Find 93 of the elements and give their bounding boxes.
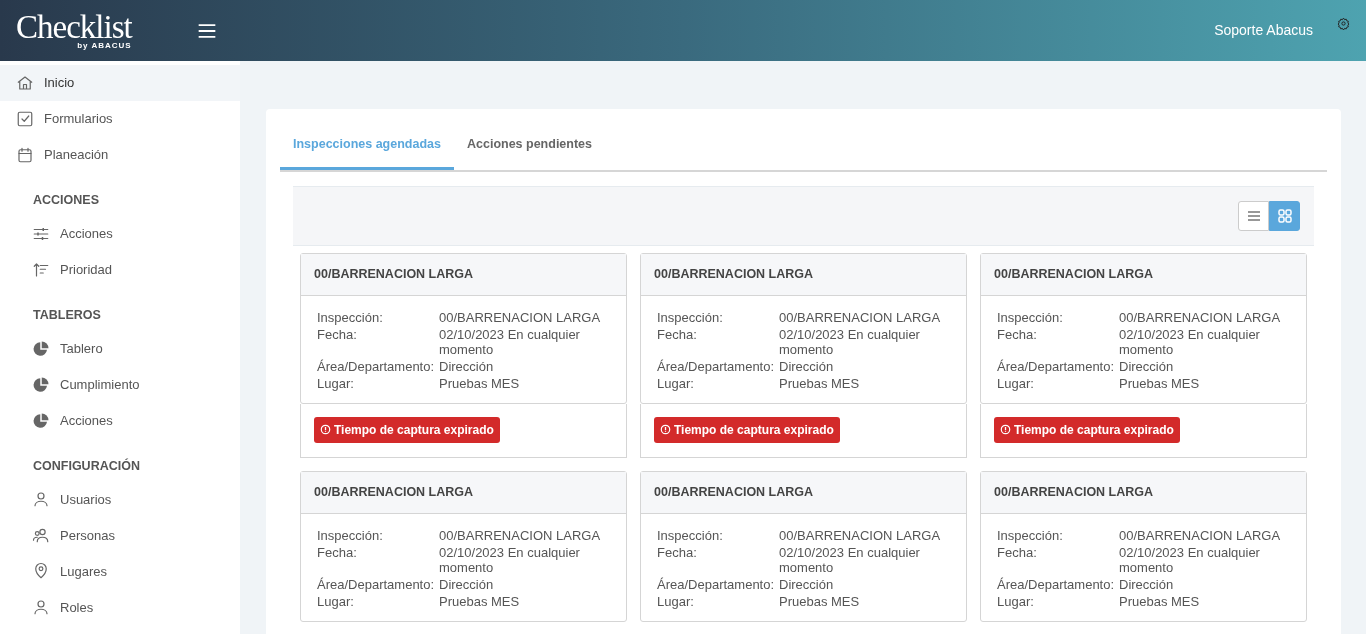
field-label: Lugar: (317, 375, 355, 391)
field-label: Área/Departamento: (317, 358, 436, 374)
card-title: 00/BARRENACION LARGA (641, 253, 966, 296)
checkbox-icon (16, 110, 34, 128)
field-label: Fecha: (997, 544, 1038, 562)
field-label: Fecha: (997, 326, 1038, 344)
pie-chart-icon (32, 375, 50, 394)
field-value: Dirección (439, 358, 495, 374)
user-icon (32, 490, 50, 509)
field-value: Pruebas MES (439, 593, 521, 609)
field-label: Inspección: (997, 309, 1064, 325)
field-value: Dirección (779, 358, 835, 374)
field-label: Inspección: (317, 527, 384, 543)
field-value: Pruebas MES (439, 375, 521, 391)
field-label: Fecha: (657, 326, 698, 344)
sidebar-item[interactable]: Lugares (0, 553, 240, 590)
field-label: Inspección: (317, 309, 384, 325)
field-value: Dirección (1119, 358, 1175, 374)
field-value: 02/10/2023 En cualquier momento (779, 326, 921, 357)
grid-view-button[interactable] (1269, 200, 1300, 231)
calendar-icon (16, 146, 34, 164)
sidebar-item[interactable]: Acciones (0, 402, 240, 439)
field-value: 02/10/2023 En cualquier momento (439, 544, 581, 575)
field-value: 00/BARRENACION LARGA (439, 309, 602, 325)
alert-icon (320, 424, 331, 436)
field-label: Área/Departamento: (657, 576, 776, 592)
field-label: Inspección: (997, 527, 1064, 543)
field-label: Área/Departamento: (317, 576, 436, 592)
alert-icon (1000, 424, 1011, 436)
card-title: 00/BARRENACION LARGA (641, 471, 966, 514)
logo-tagline: by ABACUS (76, 41, 132, 50)
sidebar-item[interactable]: Prioridad (0, 251, 240, 288)
pie-chart-icon (32, 411, 50, 430)
field-value: 00/BARRENACION LARGA (439, 527, 602, 543)
sidebar-item[interactable]: Planeación (0, 137, 240, 173)
home-icon (16, 74, 34, 92)
sidebar-section-title: CONFIGURACIÓN (32, 457, 141, 475)
sidebar-item[interactable]: Roles (0, 589, 240, 626)
field-label: Área/Departamento: (997, 576, 1116, 592)
card-title: 00/BARRENACION LARGA (981, 253, 1306, 296)
field-label: Área/Departamento: (657, 358, 776, 374)
field-label: Lugar: (657, 375, 695, 391)
field-label: Lugar: (997, 375, 1035, 391)
field-value: 00/BARRENACION LARGA (779, 527, 942, 543)
field-value: 02/10/2023 En cualquier momento (1119, 326, 1261, 357)
alert-icon (660, 424, 671, 436)
card-title: 00/BARRENACION LARGA (301, 471, 626, 514)
sidebar-section-title: ACCIONES (32, 192, 100, 209)
field-value: Pruebas MES (779, 375, 861, 391)
field-label: Área/Departamento: (997, 358, 1116, 374)
card-title: 00/BARRENACION LARGA (981, 471, 1306, 514)
location-pin-icon (32, 562, 50, 581)
user-icon (32, 598, 50, 617)
sidebar-item[interactable]: Personas (0, 517, 240, 554)
field-value: Dirección (779, 576, 835, 592)
field-label: Lugar: (997, 593, 1035, 609)
status-badge: Tiempo de captura expirado (994, 416, 1180, 443)
logo-text: Checklist (16, 11, 132, 42)
list-view-button[interactable] (1238, 200, 1269, 231)
sort-icon (32, 260, 50, 279)
sidebar-item[interactable]: Acciones (0, 215, 240, 252)
field-label: Lugar: (657, 593, 695, 609)
field-value: Pruebas MES (1119, 375, 1201, 391)
field-label: Fecha: (657, 544, 698, 562)
sidebar-item[interactable]: Cumplimiento (0, 366, 240, 403)
field-label: Inspección: (657, 527, 724, 543)
settings-icon (1337, 16, 1350, 30)
field-value: Pruebas MES (779, 593, 861, 609)
field-value: Pruebas MES (1119, 593, 1201, 609)
card-title: 00/BARRENACION LARGA (301, 253, 626, 296)
sidebar-item[interactable]: Usuarios (0, 481, 240, 518)
field-value: 00/BARRENACION LARGA (1119, 527, 1282, 543)
sidebar-item[interactable]: Inicio (0, 65, 240, 101)
pie-chart-icon (32, 339, 50, 358)
field-label: Fecha: (317, 544, 358, 562)
field-value: 02/10/2023 En cualquier momento (439, 326, 581, 357)
field-value: Dirección (1119, 576, 1175, 592)
status-badge: Tiempo de captura expirado (654, 416, 840, 443)
grid-icon (1276, 207, 1293, 224)
sidebar-section-title: TABLEROS (32, 306, 102, 324)
field-value: 02/10/2023 En cualquier momento (1119, 544, 1261, 575)
field-value: 00/BARRENACION LARGA (779, 309, 942, 325)
field-value: 00/BARRENACION LARGA (1119, 309, 1282, 325)
sidebar-item[interactable]: Tablero (0, 330, 240, 367)
people-icon (32, 526, 50, 545)
field-label: Lugar: (317, 593, 355, 609)
status-badge: Tiempo de captura expirado (314, 416, 500, 443)
field-label: Fecha: (317, 326, 358, 344)
sidebar-item[interactable]: Formularios (0, 101, 240, 137)
field-value: Dirección (439, 576, 495, 592)
field-value: 02/10/2023 En cualquier momento (779, 544, 921, 575)
field-label: Inspección: (657, 309, 724, 325)
tab[interactable]: Acciones pendientes (454, 123, 606, 170)
